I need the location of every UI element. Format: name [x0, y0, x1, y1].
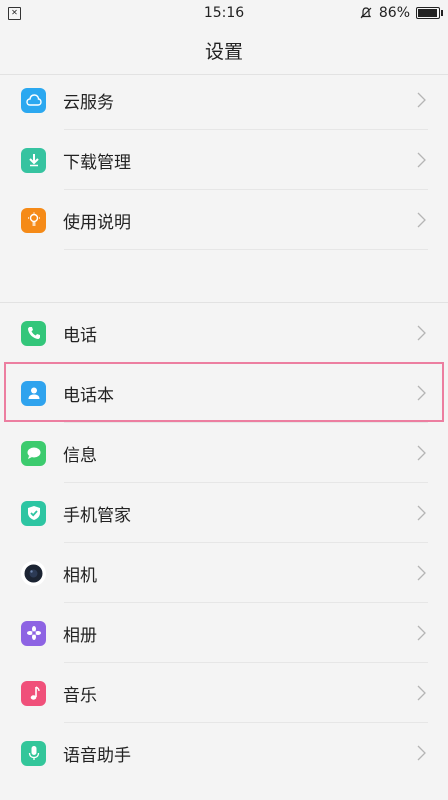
- settings-item-download-manager[interactable]: 下载管理: [0, 130, 448, 190]
- phone-icon: [21, 320, 46, 346]
- microphone-icon: [21, 740, 46, 766]
- chevron-right-icon: [417, 565, 426, 581]
- chevron-right-icon: [417, 325, 426, 341]
- settings-item-label: 电话: [63, 325, 97, 346]
- settings-item-music[interactable]: 音乐: [0, 663, 448, 723]
- chevron-right-icon: [417, 212, 426, 228]
- chevron-right-icon: [417, 505, 426, 521]
- status-bar: ✕ 15:16 86%: [0, 0, 448, 26]
- chevron-right-icon: [417, 445, 426, 461]
- music-note-icon: [21, 680, 46, 706]
- chevron-right-icon: [417, 745, 426, 761]
- settings-item-label: 音乐: [63, 685, 97, 706]
- settings-item-label: 云服务: [63, 92, 114, 113]
- lightbulb-icon: [21, 207, 46, 233]
- camera-icon: [21, 560, 46, 586]
- settings-item-label: 使用说明: [63, 212, 131, 233]
- settings-item-messages[interactable]: 信息: [0, 423, 448, 483]
- chevron-right-icon: [417, 685, 426, 701]
- chevron-right-icon: [417, 625, 426, 641]
- settings-item-phone-manager[interactable]: 手机管家: [0, 483, 448, 543]
- settings-item-user-guide[interactable]: 使用说明: [0, 190, 448, 250]
- settings-item-voice-assistant[interactable]: 语音助手: [0, 723, 448, 783]
- settings-item-cloud-service[interactable]: 云服务: [0, 70, 448, 130]
- page-title: 设置: [0, 26, 448, 75]
- bell-muted-icon: [360, 7, 372, 19]
- settings-item-camera[interactable]: 相机: [0, 543, 448, 603]
- settings-item-contacts[interactable]: 电话本: [0, 363, 448, 423]
- chevron-right-icon: [417, 152, 426, 168]
- chevron-right-icon: [417, 385, 426, 401]
- message-icon: [21, 440, 46, 466]
- download-icon: [21, 147, 46, 173]
- settings-item-label: 语音助手: [63, 745, 131, 766]
- battery-percent: 86%: [378, 5, 410, 21]
- flower-icon: [21, 620, 46, 646]
- settings-group-1: 云服务 下载管理 使用说明: [0, 70, 448, 250]
- chevron-right-icon: [417, 92, 426, 108]
- settings-item-phone[interactable]: 电话: [0, 303, 448, 363]
- settings-group-2: 电话 电话本 信息 手机管家 相机 相册 音乐 语音助手: [0, 302, 448, 783]
- settings-item-gallery[interactable]: 相册: [0, 603, 448, 663]
- settings-item-label: 信息: [63, 445, 97, 466]
- notification-icon: ✕: [8, 6, 21, 20]
- settings-item-label: 相机: [63, 565, 97, 586]
- settings-item-label: 相册: [63, 625, 97, 646]
- battery-icon: [416, 7, 443, 19]
- cloud-icon: [21, 87, 46, 113]
- settings-item-label: 手机管家: [63, 505, 131, 526]
- contacts-icon: [21, 380, 46, 406]
- settings-item-label: 电话本: [63, 385, 114, 406]
- shield-icon: [21, 500, 46, 526]
- settings-item-label: 下载管理: [63, 152, 131, 173]
